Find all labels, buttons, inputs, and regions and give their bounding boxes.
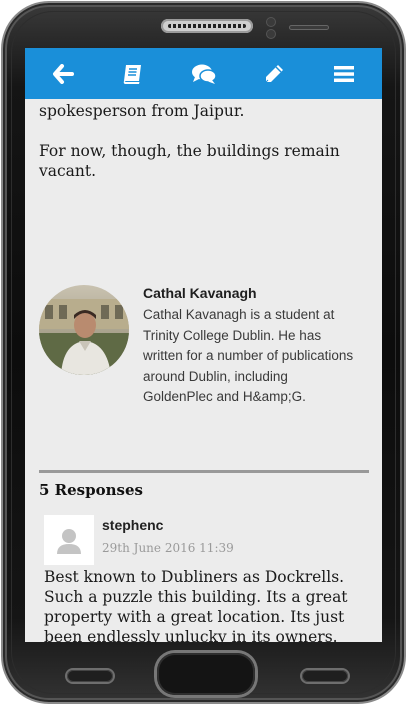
author-bio: Cathal Kavanagh is a student at Trinity … (143, 307, 354, 404)
menu-button[interactable] (330, 60, 358, 88)
comment-avatar (44, 515, 94, 565)
sensor-slot (289, 25, 329, 30)
front-camera (267, 30, 275, 38)
section-divider (39, 470, 369, 473)
article-paragraph: For now, though, the buildings remain va… (39, 142, 340, 180)
earpiece-speaker (161, 19, 253, 33)
book-icon (124, 64, 142, 84)
comment-body: Best known to Dubliners as Dockrells. Su… (44, 568, 348, 642)
author-avatar (39, 285, 129, 375)
app-bar (25, 48, 382, 99)
hardware-home-button[interactable] (157, 653, 255, 695)
pencil-icon (265, 64, 283, 82)
write-comment-button[interactable] (260, 60, 288, 88)
comment-date[interactable]: 29th June 2016 11:39 (102, 541, 234, 555)
comments-button[interactable] (190, 60, 218, 88)
back-arrow-icon (53, 63, 74, 84)
comment-author[interactable]: stephenc (102, 517, 163, 533)
responses-heading: 5 Responses (39, 481, 143, 499)
user-placeholder-icon (44, 515, 94, 565)
hardware-menu-button[interactable] (302, 670, 348, 682)
article-button[interactable] (119, 60, 147, 88)
proximity-sensor (267, 18, 275, 26)
hardware-back-button[interactable] (67, 670, 113, 682)
phone-screen: spokesperson from Jaipur. For now, thoug… (25, 48, 382, 642)
comments-icon (191, 64, 217, 84)
menu-icon (334, 65, 354, 82)
back-button[interactable] (49, 60, 77, 88)
article-paragraph: spokesperson from Jaipur. (39, 102, 245, 120)
author-name[interactable]: Cathal Kavanagh (143, 285, 257, 301)
